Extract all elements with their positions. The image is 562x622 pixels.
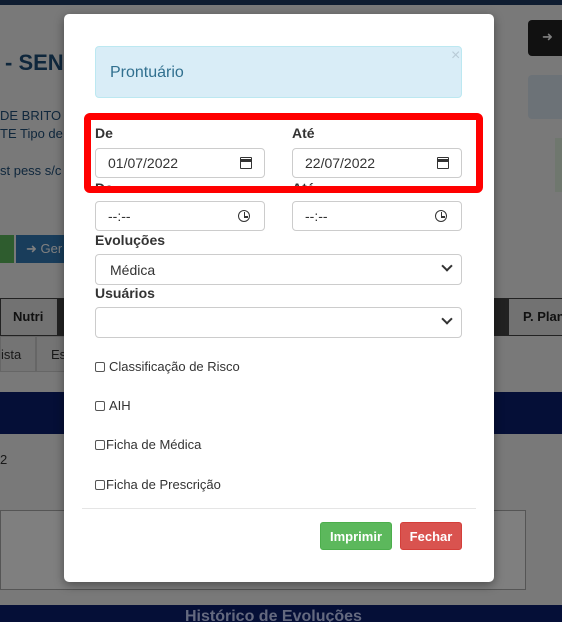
print-button[interactable]: Imprimir: [320, 522, 392, 550]
checkbox[interactable]: [95, 401, 105, 411]
clock-icon[interactable]: [238, 210, 250, 222]
prontuario-modal: Prontuário × De Até 01/07/2022 22/07/202…: [64, 14, 494, 582]
time-from-value: --:--: [108, 208, 131, 224]
modal-footer-divider: [82, 508, 476, 509]
checkbox[interactable]: [95, 440, 105, 450]
chevron-down-icon: [441, 313, 453, 325]
modal-title: Prontuário: [110, 64, 184, 81]
time-to-value: --:--: [305, 208, 328, 224]
checkbox-ficha-prescricao[interactable]: Ficha de Prescrição: [95, 477, 221, 492]
checkbox-aih[interactable]: AIH: [95, 398, 131, 413]
close-button[interactable]: Fechar: [400, 522, 462, 550]
usuarios-label: Usuários: [95, 285, 155, 301]
checkbox[interactable]: [95, 480, 105, 490]
usuarios-select[interactable]: [95, 307, 462, 338]
time-to-input[interactable]: --:--: [292, 201, 462, 231]
chevron-down-icon: [441, 260, 453, 272]
clock-icon[interactable]: [435, 210, 447, 222]
evolucoes-select[interactable]: Médica: [95, 254, 462, 285]
checkbox-classificacao-risco[interactable]: Classificação de Risco: [95, 359, 240, 374]
evolucoes-value: Médica: [110, 262, 156, 278]
checkbox-ficha-medica[interactable]: Ficha de Médica: [95, 437, 201, 452]
time-from-input[interactable]: --:--: [95, 201, 265, 231]
checkbox[interactable]: [95, 362, 105, 372]
date-range-highlight: [84, 113, 483, 193]
evolucoes-label: Evoluções: [95, 232, 166, 248]
close-icon[interactable]: ×: [451, 47, 460, 65]
modal-header-alert: Prontuário ×: [95, 46, 462, 98]
